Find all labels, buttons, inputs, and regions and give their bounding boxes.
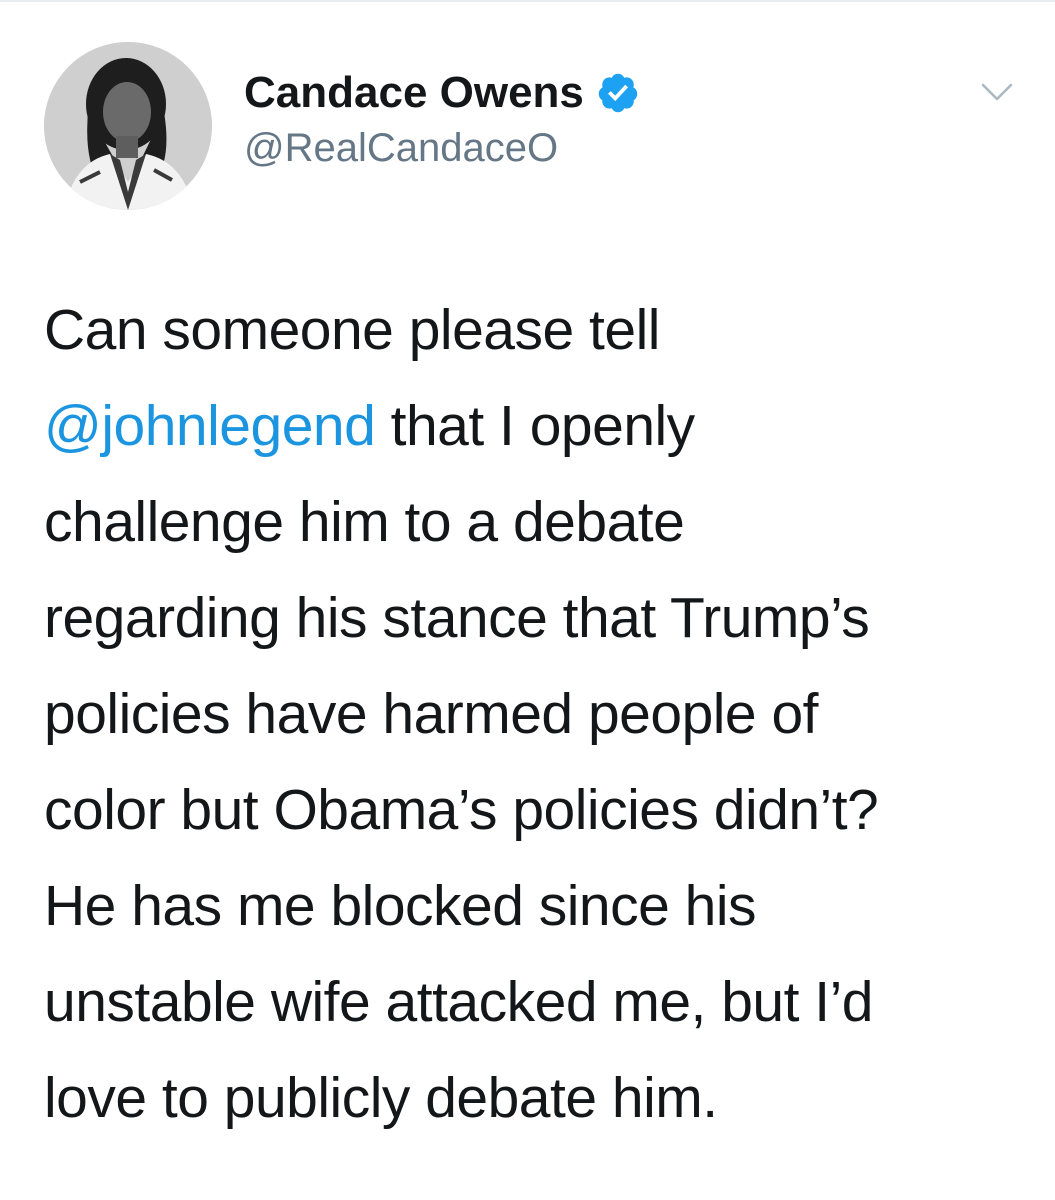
author-names: Candace Owens @RealCandaceO xyxy=(244,64,640,171)
tweet-line: love to publicly debate him. xyxy=(44,1066,718,1130)
tweet-line: policies have harmed people of xyxy=(44,682,819,746)
tweet-line: Can someone please tell xyxy=(44,298,660,362)
tweet-line: He has me blocked since his xyxy=(44,874,757,938)
author-handle[interactable]: @RealCandaceO xyxy=(244,126,640,171)
tweet-line-text: that I openly xyxy=(375,394,696,458)
top-divider xyxy=(0,0,1055,2)
chevron-down-icon[interactable] xyxy=(980,80,1014,104)
avatar-photo xyxy=(44,42,212,210)
tweet-line: @johnlegend that I openly xyxy=(44,378,1014,474)
tweet-line: challenge him to a debate xyxy=(44,490,685,554)
mention-link[interactable]: @johnlegend xyxy=(44,394,376,458)
tweet-line: regarding his stance that Trump’s xyxy=(44,586,870,650)
tweet-text: Can someone please tell @johnlegend that… xyxy=(44,282,1014,1146)
tweet-line: color but Obama’s policies didn’t? xyxy=(44,778,879,842)
display-name-row: Candace Owens xyxy=(244,64,640,122)
tweet-line: unstable wife attacked me, but I’d xyxy=(44,970,873,1034)
tweet-header: Candace Owens @RealCandaceO xyxy=(44,42,1024,212)
display-name[interactable]: Candace Owens xyxy=(244,68,584,118)
avatar[interactable] xyxy=(44,42,212,210)
verified-badge-icon xyxy=(596,71,640,115)
